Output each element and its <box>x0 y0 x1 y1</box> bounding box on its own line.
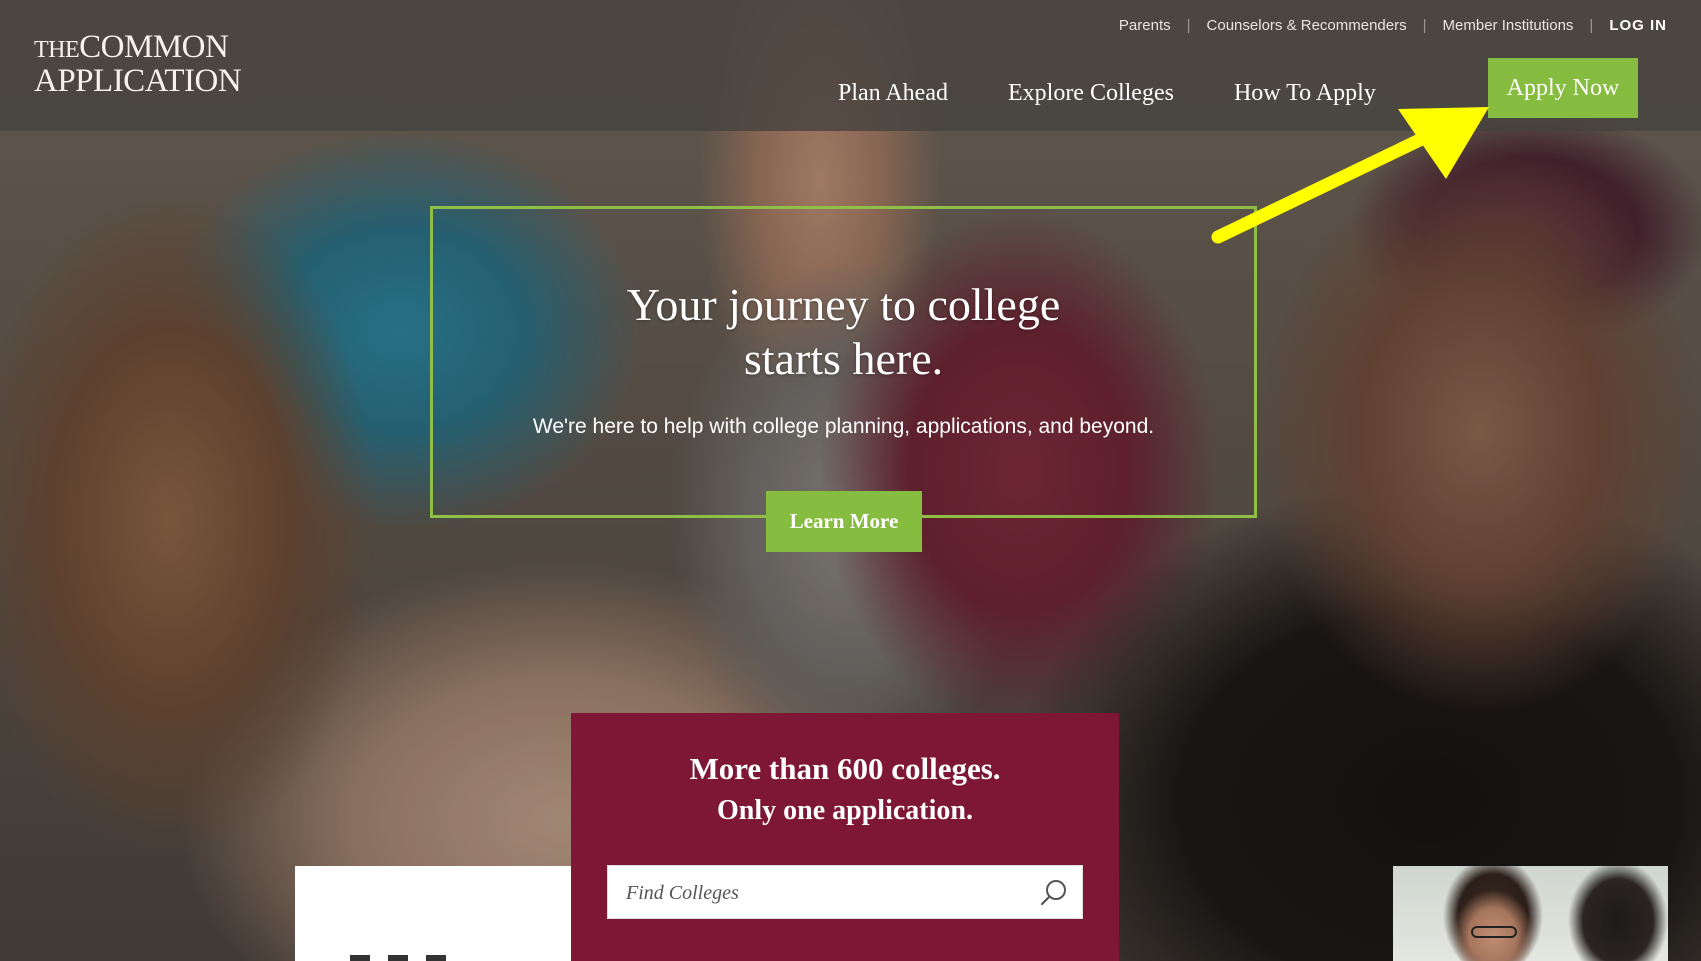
nav-members-link[interactable]: Member Institutions <box>1443 17 1574 34</box>
hero-headline: Your journey to college starts here. <box>430 278 1257 386</box>
hero-subline: We're here to help with college planning… <box>532 415 1155 438</box>
hero-headline-line2: starts here. <box>743 333 944 384</box>
college-search-panel: More than 600 colleges. Only one applica… <box>571 713 1119 961</box>
nav-separator: | <box>1589 17 1594 34</box>
learn-more-button[interactable]: Learn More <box>766 491 922 552</box>
promo-card-photo[interactable] <box>1393 866 1668 961</box>
nav-separator: | <box>1422 17 1427 34</box>
hero-headline-line1: Your journey to college <box>626 279 1061 330</box>
site-logo[interactable]: THECOMMON APPLICATION <box>34 29 242 99</box>
logo-main: COMMON <box>79 29 229 65</box>
nav-separator: | <box>1186 17 1191 34</box>
panel-subtitle: Only one application. <box>717 795 973 826</box>
apply-now-button[interactable]: Apply Now <box>1488 58 1638 118</box>
panel-title: More than 600 colleges. <box>689 751 1001 786</box>
promo-card-left[interactable] <box>295 866 571 961</box>
photo-detail <box>1471 926 1517 938</box>
logo-line2: APPLICATION <box>34 63 242 99</box>
nav-parents-link[interactable]: Parents <box>1119 17 1171 34</box>
nav-plan-ahead[interactable]: Plan Ahead <box>838 80 948 107</box>
yellow-arrow-icon <box>1211 107 1489 244</box>
search-box <box>607 865 1083 920</box>
nav-counselors-link[interactable]: Counselors & Recommenders <box>1207 17 1407 34</box>
utility-nav: Parents | Counselors & Recommenders | Me… <box>1119 17 1667 34</box>
login-link[interactable]: LOG IN <box>1609 17 1667 34</box>
nav-explore-colleges[interactable]: Explore Colleges <box>1008 80 1174 107</box>
card-partial-content <box>350 955 470 961</box>
logo-prefix: THE <box>34 37 80 63</box>
find-colleges-input[interactable] <box>608 866 1048 920</box>
search-icon[interactable] <box>1040 879 1068 907</box>
